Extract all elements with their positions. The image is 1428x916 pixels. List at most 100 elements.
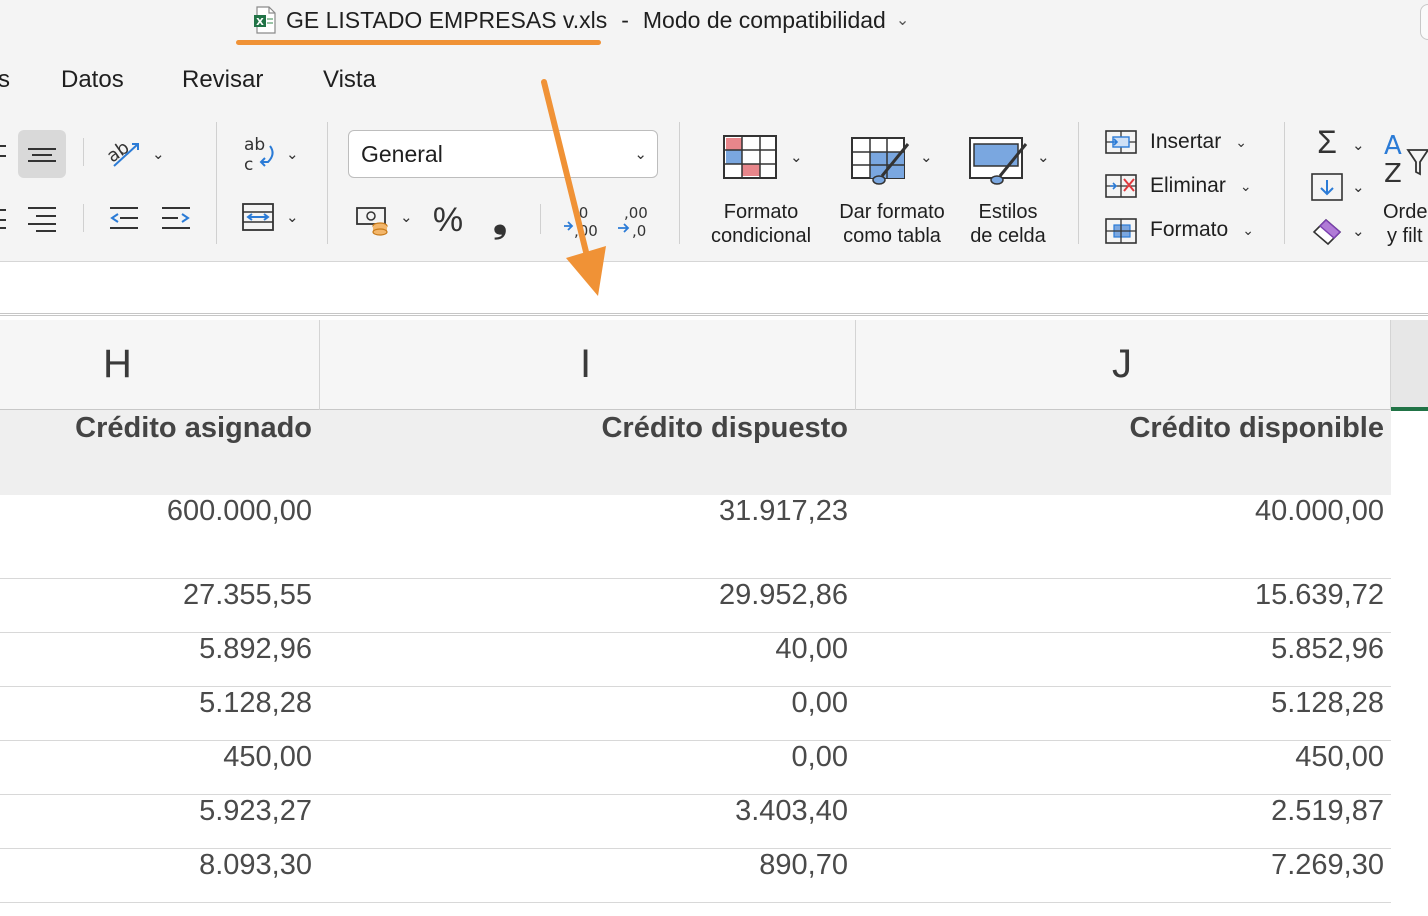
chevron-down-icon[interactable]: ⌄ [1037, 148, 1050, 166]
column-letter: H [103, 342, 132, 386]
cell-j[interactable]: 5.128,28 [856, 687, 1384, 720]
tab-formulas-partial[interactable]: s [0, 66, 10, 94]
autosum-button[interactable]: Σ [1310, 124, 1344, 160]
align-right-button[interactable] [22, 198, 62, 238]
number-format-select[interactable]: General ⌄ [348, 130, 658, 178]
cell-i[interactable]: 0,00 [320, 741, 848, 774]
divider [679, 122, 680, 244]
sort-filter-button[interactable]: A Z [1380, 128, 1428, 188]
divider [216, 122, 217, 244]
cell-i[interactable]: 40,00 [320, 633, 848, 666]
chevron-down-icon[interactable]: ⌄ [1352, 178, 1365, 196]
column-header-i[interactable]: I [320, 320, 856, 410]
cell-h[interactable]: 5.923,27 [0, 795, 312, 828]
tab-revisar[interactable]: Revisar [182, 66, 263, 94]
cell-j[interactable]: 15.639,72 [856, 579, 1384, 612]
cell-h[interactable]: 8.093,30 [0, 849, 312, 882]
tab-vista[interactable]: Vista [323, 66, 376, 94]
column-header-j[interactable]: J [856, 320, 1391, 410]
fill-down-icon [1311, 173, 1343, 201]
divider [327, 122, 328, 244]
wrap-text-button[interactable]: ab c [240, 132, 280, 176]
percent-style-button[interactable]: % [428, 198, 468, 242]
delete-cells-icon [1105, 174, 1137, 198]
header-cell-credito-disponible[interactable]: Crédito disponible [856, 410, 1384, 495]
window-title[interactable]: X GE LISTADO EMPRESAS v.xls - Modo de co… [254, 6, 909, 34]
conditional-format-icon [723, 135, 777, 179]
increase-indent-button[interactable] [156, 198, 196, 238]
eraser-icon [1312, 218, 1342, 246]
table-row: 8.093,30 890,70 7.269,30 [0, 849, 1391, 903]
cell-h[interactable]: 5.892,96 [0, 633, 312, 666]
cell-j[interactable]: 7.269,30 [856, 849, 1384, 882]
insert-cells-button[interactable]: Insertar ⌄ [1104, 126, 1247, 158]
window-edge-button[interactable] [1420, 4, 1428, 40]
chevron-down-icon[interactable]: ⌄ [920, 148, 933, 166]
sigma-icon: Σ [1317, 123, 1337, 160]
selection-indicator [1391, 407, 1428, 411]
cell-h[interactable]: 5.128,28 [0, 687, 312, 720]
cell-h[interactable]: 27.355,55 [0, 579, 312, 612]
cell-j[interactable]: 450,00 [856, 741, 1384, 774]
cell-styles-label: Estilos de celda [956, 200, 1060, 248]
decrease-indent-button[interactable] [104, 198, 144, 238]
chevron-down-icon[interactable]: ⌄ [400, 208, 413, 226]
column-letter: I [579, 342, 592, 386]
cell-i[interactable]: 31.917,23 [320, 495, 848, 528]
cell-styles-button[interactable] [964, 130, 1034, 188]
header-cell-credito-asignado[interactable]: Crédito asignado [0, 410, 312, 495]
chevron-down-icon[interactable]: ⌄ [286, 145, 299, 163]
format-cells-icon [1105, 218, 1137, 244]
chevron-down-icon[interactable]: ⌄ [286, 208, 299, 226]
formula-bar[interactable] [0, 262, 1428, 316]
cell-j[interactable]: 5.852,96 [856, 633, 1384, 666]
format-cells-button[interactable]: Formato ⌄ [1104, 214, 1254, 246]
fill-button[interactable] [1310, 170, 1344, 204]
align-center-button[interactable] [18, 130, 66, 178]
format-cells-label: Formato [1150, 218, 1229, 241]
chevron-down-icon[interactable]: ⌄ [896, 10, 909, 30]
column-header-h[interactable]: H [0, 320, 320, 410]
comma-style-button[interactable]: ❟ [484, 198, 516, 242]
column-headers: H I J [0, 320, 1428, 411]
increase-decimal-button[interactable]: ,0 ,00 [562, 198, 602, 242]
cell-h[interactable]: 600.000,00 [0, 495, 312, 528]
cell-i[interactable]: 0,00 [320, 687, 848, 720]
tab-datos[interactable]: Datos [61, 66, 124, 94]
align-left-partial-button[interactable] [0, 132, 10, 172]
chevron-down-icon: ⌄ [1242, 221, 1254, 238]
align-left-icon [0, 145, 6, 157]
excel-file-icon: X [254, 6, 278, 34]
align-left-icon-2 [0, 209, 6, 229]
decrease-decimal-button[interactable]: ,00 ,0 [614, 198, 654, 242]
cell-i[interactable]: 890,70 [320, 849, 848, 882]
cell-j[interactable]: 2.519,87 [856, 795, 1384, 828]
divider [83, 138, 84, 166]
clear-button[interactable] [1310, 214, 1344, 248]
table-row: 5.923,27 3.403,40 2.519,87 [0, 795, 1391, 849]
accounting-format-button[interactable] [352, 200, 396, 240]
cell-j[interactable]: 40.000,00 [856, 495, 1384, 528]
table-row: 600.000,00 31.917,23 40.000,00 [0, 495, 1391, 579]
chevron-down-icon[interactable]: ⌄ [790, 148, 803, 166]
svg-text:,0: ,0 [632, 222, 646, 240]
table-row: 5.892,96 40,00 5.852,96 [0, 633, 1391, 687]
column-header-k-selected[interactable] [1391, 320, 1428, 411]
merge-center-button[interactable] [240, 198, 280, 238]
delete-cells-label: Eliminar [1150, 174, 1226, 197]
file-name: GE LISTADO EMPRESAS v.xls [286, 6, 608, 33]
orientation-button[interactable]: ab [104, 132, 144, 176]
cell-h[interactable]: 450,00 [0, 741, 312, 774]
cell-i[interactable]: 29.952,86 [320, 579, 848, 612]
conditional-format-button[interactable] [718, 130, 782, 184]
delete-cells-button[interactable]: Eliminar ⌄ [1104, 170, 1252, 202]
chevron-down-icon[interactable]: ⌄ [1352, 222, 1365, 240]
align-left-bottom-partial-button[interactable] [0, 198, 10, 238]
cell-i[interactable]: 3.403,40 [320, 795, 848, 828]
chevron-down-icon: ⌄ [1235, 133, 1247, 150]
conditional-format-label-line1: Formato [723, 201, 799, 223]
chevron-down-icon[interactable]: ⌄ [152, 145, 165, 163]
header-cell-credito-dispuesto[interactable]: Crédito dispuesto [320, 410, 848, 495]
chevron-down-icon[interactable]: ⌄ [1352, 136, 1365, 154]
format-as-table-button[interactable] [846, 130, 916, 188]
